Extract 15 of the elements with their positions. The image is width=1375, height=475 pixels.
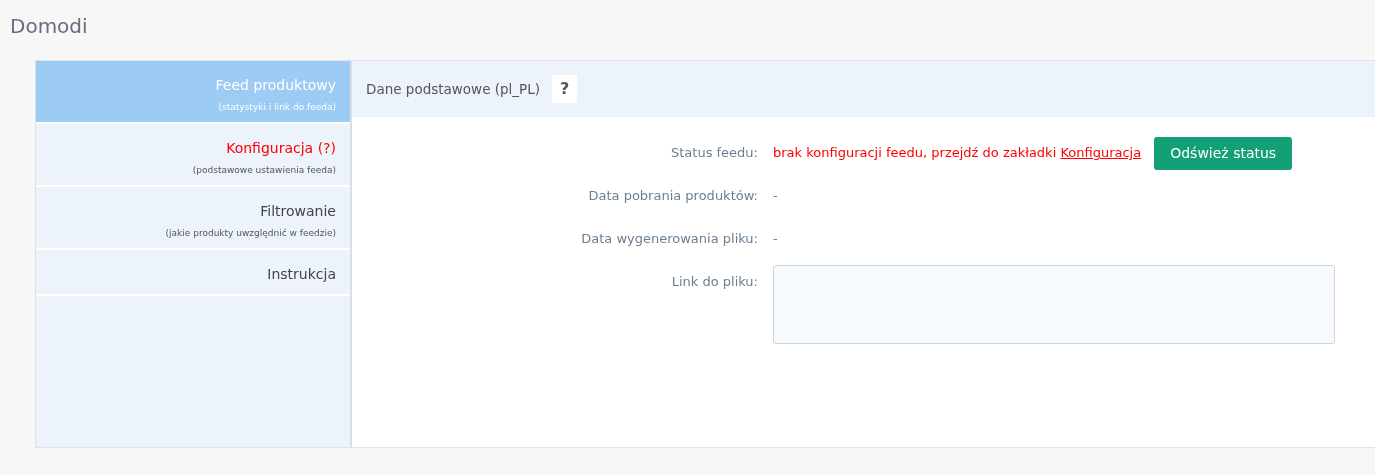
field-value: - bbox=[773, 187, 778, 205]
field-label: Data pobrania produktów: bbox=[587, 187, 759, 205]
panel-title: Dane podstawowe (pl_PL) bbox=[366, 79, 541, 99]
configuration-link[interactable]: Konfiguracja bbox=[1060, 145, 1142, 160]
link-field[interactable] bbox=[773, 265, 1335, 344]
sidebar-item[interactable]: Konfiguracja (?) (podstawowe ustawienia feeda) bbox=[36, 124, 350, 187]
status-message: brak konfiguracji feedu, przejdź do zakładki Konfiguracja bbox=[773, 144, 1142, 162]
field-label: Link do pliku: bbox=[670, 273, 759, 291]
page-title: Domodi bbox=[9, 13, 89, 40]
field-label: Data wygenerowania pliku: bbox=[580, 230, 759, 248]
field-value: - bbox=[773, 230, 778, 248]
sidebar-item[interactable]: Instrukcja bbox=[36, 250, 350, 296]
help-button[interactable]: ? bbox=[552, 75, 578, 103]
field-label: Status feedu: bbox=[670, 144, 759, 162]
sidebar-item[interactable]: Filtrowanie (jakie produkty uwzględnić w feedzie) bbox=[36, 187, 350, 250]
